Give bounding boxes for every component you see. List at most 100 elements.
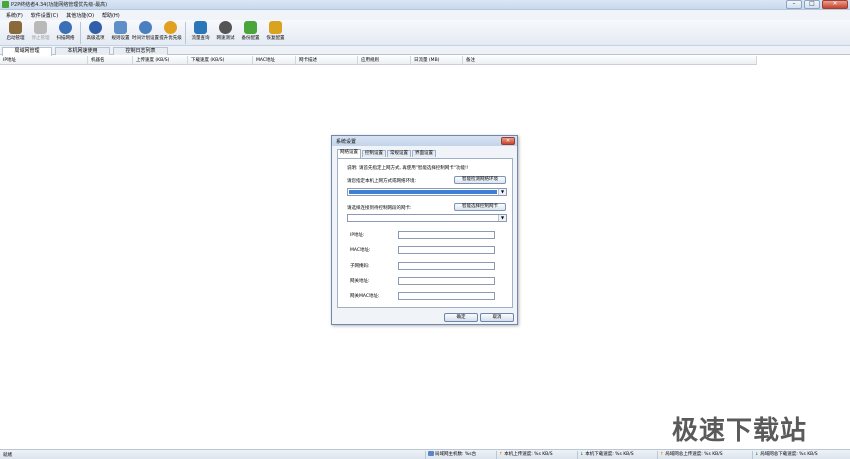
status-total-download: ↓ 局域网总下载速度: %s KB/S (752, 451, 818, 459)
status-local-download: ↓ 本机下载速度: %s KB/S (577, 451, 634, 459)
stop-label: 停止管理 (31, 36, 50, 41)
column-remarks[interactable]: 备注 (463, 56, 757, 65)
restore-icon (269, 21, 282, 34)
app-icon (2, 1, 9, 8)
rules-button[interactable]: 规则设置 (108, 20, 133, 46)
detect-network-button[interactable]: 智能检测网络环境 (454, 176, 506, 184)
menu-other-functions[interactable]: 其他功能(O) (66, 12, 94, 19)
subnet-label: 子网掩码: (350, 264, 370, 269)
nic-prompt: 请选择连接到待控制网段的网卡: (347, 206, 412, 211)
toolbar: 启动管理 停止管理 扫描网络 高级选项 规则设置 时间计划设置 提升优先级 流量… (0, 20, 850, 46)
rules-label: 规则设置 (111, 36, 130, 41)
menu-help[interactable]: 帮助(H) (102, 12, 120, 19)
speedtest-button[interactable]: 网速测试 (213, 20, 238, 46)
status-host-count: 局域网主机数: %s台 (425, 451, 476, 459)
dialog-title-bar: 系统设置 ✕ (332, 136, 517, 146)
minimize-button[interactable]: – (786, 0, 802, 9)
total-upload-text: 局域网总上传速度: %s KB/S (665, 452, 723, 457)
status-local-upload: ↑ 本机上传速度: %s KB/S (496, 451, 553, 459)
gateway-mac-field[interactable] (398, 292, 495, 300)
dialog-title: 系统设置 (336, 139, 357, 145)
start-label: 启动管理 (6, 36, 25, 41)
scan-icon (59, 21, 72, 34)
tab-network-settings[interactable]: 网络设置 (337, 149, 361, 158)
maximize-button[interactable]: □ (804, 0, 820, 9)
clock-icon (139, 21, 152, 34)
restore-button[interactable]: 恢复配置 (263, 20, 288, 46)
main-tabs: 局域网管理 本机网速使用 控制日志列表 (0, 46, 850, 56)
close-icon: ✕ (832, 0, 838, 7)
settings-dialog: 系统设置 ✕ 网络设置 控制设置 常规设置 界面设置 说明: 请首先指定上网方式… (331, 135, 518, 325)
column-upload-speed[interactable]: 上传速度 (KB/S) (133, 56, 188, 65)
start-button[interactable]: 启动管理 (3, 20, 28, 46)
scan-button[interactable]: 扫描网络 (53, 20, 78, 46)
priority-label: 提升优先级 (159, 36, 182, 41)
menu-bar: 系统(F) 软件设置(C) 其他功能(O) 帮助(H) (0, 10, 850, 20)
network-mode-select[interactable]: ▼ (347, 188, 507, 196)
menu-software-settings[interactable]: 软件设置(C) (31, 12, 58, 19)
upload-arrow-icon: ↑ (499, 452, 503, 457)
cancel-button[interactable]: 取消 (480, 313, 514, 322)
column-daily-traffic[interactable]: 日流量 (MB) (411, 56, 463, 65)
ip-label: IP地址: (350, 233, 365, 238)
advanced-button[interactable]: 高级选项 (83, 20, 108, 46)
schedule-label: 时间计划设置 (132, 36, 159, 41)
column-download-speed[interactable]: 下载速度 (KB/S) (188, 56, 253, 65)
stop-button[interactable]: 停止管理 (28, 20, 53, 46)
select-nic-button[interactable]: 智能选择控制网卡 (454, 203, 506, 211)
column-applied-rule[interactable]: 应用规则 (358, 56, 411, 65)
mac-field[interactable] (398, 246, 495, 254)
close-button[interactable]: ✕ (822, 0, 848, 9)
speedometer-icon (219, 21, 232, 34)
traffic-button[interactable]: 流量查询 (188, 20, 213, 46)
local-upload-text: 本机上传速度: %s KB/S (504, 452, 553, 457)
stop-icon (34, 21, 47, 34)
tab-general-settings[interactable]: 常规设置 (387, 150, 411, 157)
chevron-down-icon: ▼ (498, 189, 506, 195)
column-nic-description[interactable]: 网卡描述 (296, 56, 358, 65)
traffic-icon (194, 21, 207, 34)
tab-control-log[interactable]: 控制日志列表 (113, 47, 168, 55)
priority-icon (164, 21, 177, 34)
chevron-down-icon: ▼ (498, 215, 506, 221)
gateway-field[interactable] (398, 277, 495, 285)
ip-field[interactable] (398, 231, 495, 239)
mac-label: MAC地址: (350, 248, 371, 253)
backup-button[interactable]: 备份配置 (238, 20, 263, 46)
status-text: 就绪 (3, 453, 12, 458)
traffic-label: 流量查询 (191, 36, 210, 41)
status-total-upload: ↑ 局域网总上传速度: %s KB/S (657, 451, 723, 459)
tab-lan-management[interactable]: 局域网管理 (2, 47, 52, 56)
network-settings-panel: 说明: 请首先指定上网方式, 再使用"智能选择控制网卡"功能!! 请您指定本机上… (337, 158, 513, 308)
menu-system[interactable]: 系统(F) (6, 12, 23, 19)
watermark: 极速下载站 (672, 416, 808, 446)
rules-icon (114, 21, 127, 34)
subnet-field[interactable] (398, 262, 495, 270)
minimize-icon: – (792, 0, 796, 7)
selected-highlight (349, 190, 497, 194)
upload-arrow-icon: ↑ (660, 452, 664, 457)
status-bar: 就绪 局域网主机数: %s台 ↑ 本机上传速度: %s KB/S ↓ 本机下载速… (0, 449, 850, 459)
toolbar-divider (185, 22, 186, 44)
column-ip[interactable]: IP地址 (0, 56, 88, 65)
title-bar: P2P终结者4.34(功能网络管理优先级-最高) – □ ✕ (0, 0, 850, 10)
tab-control-settings[interactable]: 控制设置 (362, 150, 386, 157)
download-arrow-icon: ↓ (580, 452, 584, 457)
tab-local-speed[interactable]: 本机网速使用 (55, 47, 110, 55)
window-title: P2P终结者4.34(功能网络管理优先级-最高) (11, 2, 108, 8)
computer-icon (428, 451, 434, 456)
dialog-note: 说明: 请首先指定上网方式, 再使用"智能选择控制网卡"功能!! (347, 166, 469, 171)
maximize-icon: □ (809, 0, 815, 7)
priority-button[interactable]: 提升优先级 (158, 20, 183, 46)
ok-button[interactable]: 确定 (444, 313, 478, 322)
gateway-mac-label: 网关MAC地址: (350, 294, 380, 299)
dialog-close-button[interactable]: ✕ (501, 137, 515, 145)
column-mac[interactable]: MAC地址 (253, 56, 296, 65)
backup-label: 备份配置 (241, 36, 260, 41)
download-arrow-icon: ↓ (755, 452, 759, 457)
tab-interface-settings[interactable]: 界面设置 (412, 150, 436, 157)
column-machine-name[interactable]: 机器名 (88, 56, 133, 65)
nic-select[interactable]: ▼ (347, 214, 507, 222)
scan-label: 扫描网络 (56, 36, 75, 41)
schedule-button[interactable]: 时间计划设置 (132, 20, 159, 46)
